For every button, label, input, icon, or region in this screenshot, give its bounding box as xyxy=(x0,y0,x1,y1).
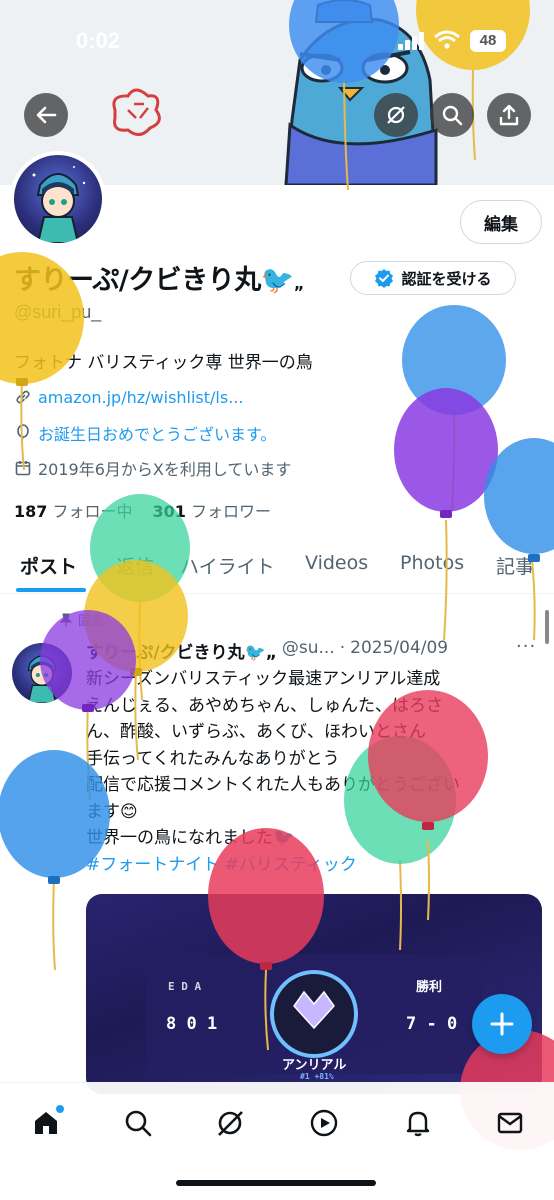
media-rank-label: アンリアル xyxy=(282,1058,347,1073)
post-author-name[interactable]: すりーぷ/クビきり丸🐦„ xyxy=(86,638,277,663)
birthday-row: お誕生日おめでとうございます。 xyxy=(14,421,276,445)
followers-count: 301 xyxy=(152,502,186,521)
followers-label: フォロワー xyxy=(191,502,272,521)
arrow-left-icon xyxy=(36,106,57,124)
wifi-icon xyxy=(434,30,460,49)
avatar-illustration xyxy=(27,655,57,703)
post-line: ん、酢酸、いずらぶ、あくび、ほわいとさん xyxy=(86,722,426,742)
cellular-signal-icon xyxy=(398,32,426,50)
post-more-button[interactable]: ··· xyxy=(516,636,536,657)
tab-videos[interactable]: Videos xyxy=(305,552,368,574)
grok-icon xyxy=(218,1111,243,1136)
tab-articles[interactable]: 記事 xyxy=(496,552,534,579)
pinned-label: 固定 xyxy=(78,614,105,629)
notification-dot xyxy=(56,1105,64,1113)
grok-button[interactable] xyxy=(374,93,418,137)
nav-search[interactable] xyxy=(116,1101,160,1145)
home-indicator xyxy=(176,1180,376,1186)
birthday-text[interactable]: お誕生日おめでとうございます。 xyxy=(38,421,276,445)
joined-text: 2019年6月からXを利用しています xyxy=(38,460,292,479)
status-time: 0:02 xyxy=(76,28,121,53)
post-header: すりーぷ/クビきり丸🐦„ @su... · 2025/04/09 xyxy=(86,638,448,663)
back-button[interactable] xyxy=(24,93,68,137)
media-right-label: 勝利 xyxy=(416,980,443,995)
compose-post-button[interactable] xyxy=(472,994,532,1054)
nav-video[interactable] xyxy=(302,1101,346,1145)
profile-tabs: ポスト 返信 ハイライト Videos Photos 記事 xyxy=(0,540,554,594)
followers-link[interactable]: 301 フォロワー xyxy=(153,498,272,522)
tab-highlights[interactable]: ハイライト xyxy=(180,552,275,579)
share-icon xyxy=(499,104,519,126)
following-label: フォロー中 xyxy=(52,502,133,521)
tab-replies[interactable]: 返信 xyxy=(116,552,154,579)
post-body: 新シーズンバリスティック最速アンリアル達成 えんじぇる、あやめちゃん、しゅんた、… xyxy=(86,666,526,878)
nav-grok[interactable] xyxy=(208,1101,252,1145)
grok-icon xyxy=(387,106,405,124)
battery-indicator: 48 xyxy=(470,30,506,52)
balloon xyxy=(394,388,498,641)
post-date[interactable]: 2025/04/09 xyxy=(350,638,448,663)
share-button[interactable] xyxy=(487,93,531,137)
calendar-icon xyxy=(15,461,31,476)
profile-handle: @suri_pu_ xyxy=(14,302,102,322)
get-verified-label: 認証を受ける xyxy=(401,269,492,288)
home-icon xyxy=(35,1112,57,1134)
media-right-value: 7 - 0 xyxy=(406,1014,458,1034)
profile-name-suffix: „ xyxy=(293,274,305,293)
balloon xyxy=(402,305,506,511)
post-line: えんじぇる、あやめちゃん、しゅんた、はろさ xyxy=(86,695,443,716)
avatar-illustration xyxy=(32,166,86,243)
profile-bio: フォトナ バリスティック専 世界一の鳥 xyxy=(14,353,313,373)
nav-notifications[interactable] xyxy=(396,1101,440,1145)
post-line: 手伝ってくれたみんなありがとう xyxy=(86,748,340,769)
search-icon xyxy=(442,105,463,126)
status-bar: 0:02 48 xyxy=(0,0,554,80)
post-author-avatar[interactable] xyxy=(12,643,72,703)
post-hashtags[interactable]: #フォートナイト #バリスティック xyxy=(86,852,526,879)
balloon-icon xyxy=(17,424,29,442)
tab-photos[interactable]: Photos xyxy=(400,552,464,574)
following-count: 187 xyxy=(14,502,48,521)
post-line: 新シーズンバリスティック最速アンリアル達成 xyxy=(86,669,441,689)
post-dot: · xyxy=(339,638,346,658)
joined-row: 2019年6月からXを利用しています xyxy=(14,456,291,480)
scrollbar[interactable] xyxy=(545,610,549,644)
post-line: ます😊 xyxy=(86,801,138,822)
following-link[interactable]: 187 フォロー中 xyxy=(14,498,133,522)
media-left-value: 8 0 1 xyxy=(166,1014,218,1034)
profile-avatar[interactable] xyxy=(10,151,106,247)
notifications-icon xyxy=(406,1111,430,1137)
nav-home[interactable] xyxy=(24,1101,68,1145)
get-verified-button[interactable]: 認証を受ける xyxy=(350,261,516,295)
post-media-image[interactable]: E D A 8 0 1 勝利 7 - 0 アンリアル #1 +81% xyxy=(86,894,542,1094)
profile-link[interactable]: amazon.jp/hz/wishlist/ls... xyxy=(38,388,243,407)
media-rank-sub: #1 +81% xyxy=(300,1072,334,1081)
pinned-indicator: 固定 xyxy=(60,610,104,629)
tab-posts[interactable]: ポスト xyxy=(20,552,77,579)
plus-icon xyxy=(490,1012,514,1036)
verified-badge-icon xyxy=(375,269,394,288)
video-icon xyxy=(310,1109,338,1137)
search-button[interactable] xyxy=(430,93,474,137)
profile-name-text: すりーぷ/クビきり丸🐦 xyxy=(14,265,294,296)
post-author-handle[interactable]: @su... xyxy=(282,638,335,663)
messages-icon xyxy=(497,1112,523,1134)
link-icon xyxy=(16,390,30,404)
balloon xyxy=(484,438,554,641)
post-line: 世界一の鳥になれました🐦 xyxy=(86,828,295,848)
active-tab-indicator xyxy=(16,588,86,592)
media-left-label: E D A xyxy=(168,980,202,993)
profile-link-row[interactable]: amazon.jp/hz/wishlist/ls... xyxy=(14,385,243,409)
profile-name: すりーぷ/クビきり丸🐦„ xyxy=(14,258,304,297)
search-icon xyxy=(125,1110,152,1137)
edit-profile-button[interactable]: 編集 xyxy=(460,200,542,244)
follow-stats: 187 フォロー中 301 フォロワー xyxy=(14,498,271,522)
post-line: 配信で応援コメントくれた人もありがとうござい xyxy=(86,775,460,795)
pin-icon xyxy=(60,613,72,627)
nav-messages[interactable] xyxy=(488,1101,532,1145)
